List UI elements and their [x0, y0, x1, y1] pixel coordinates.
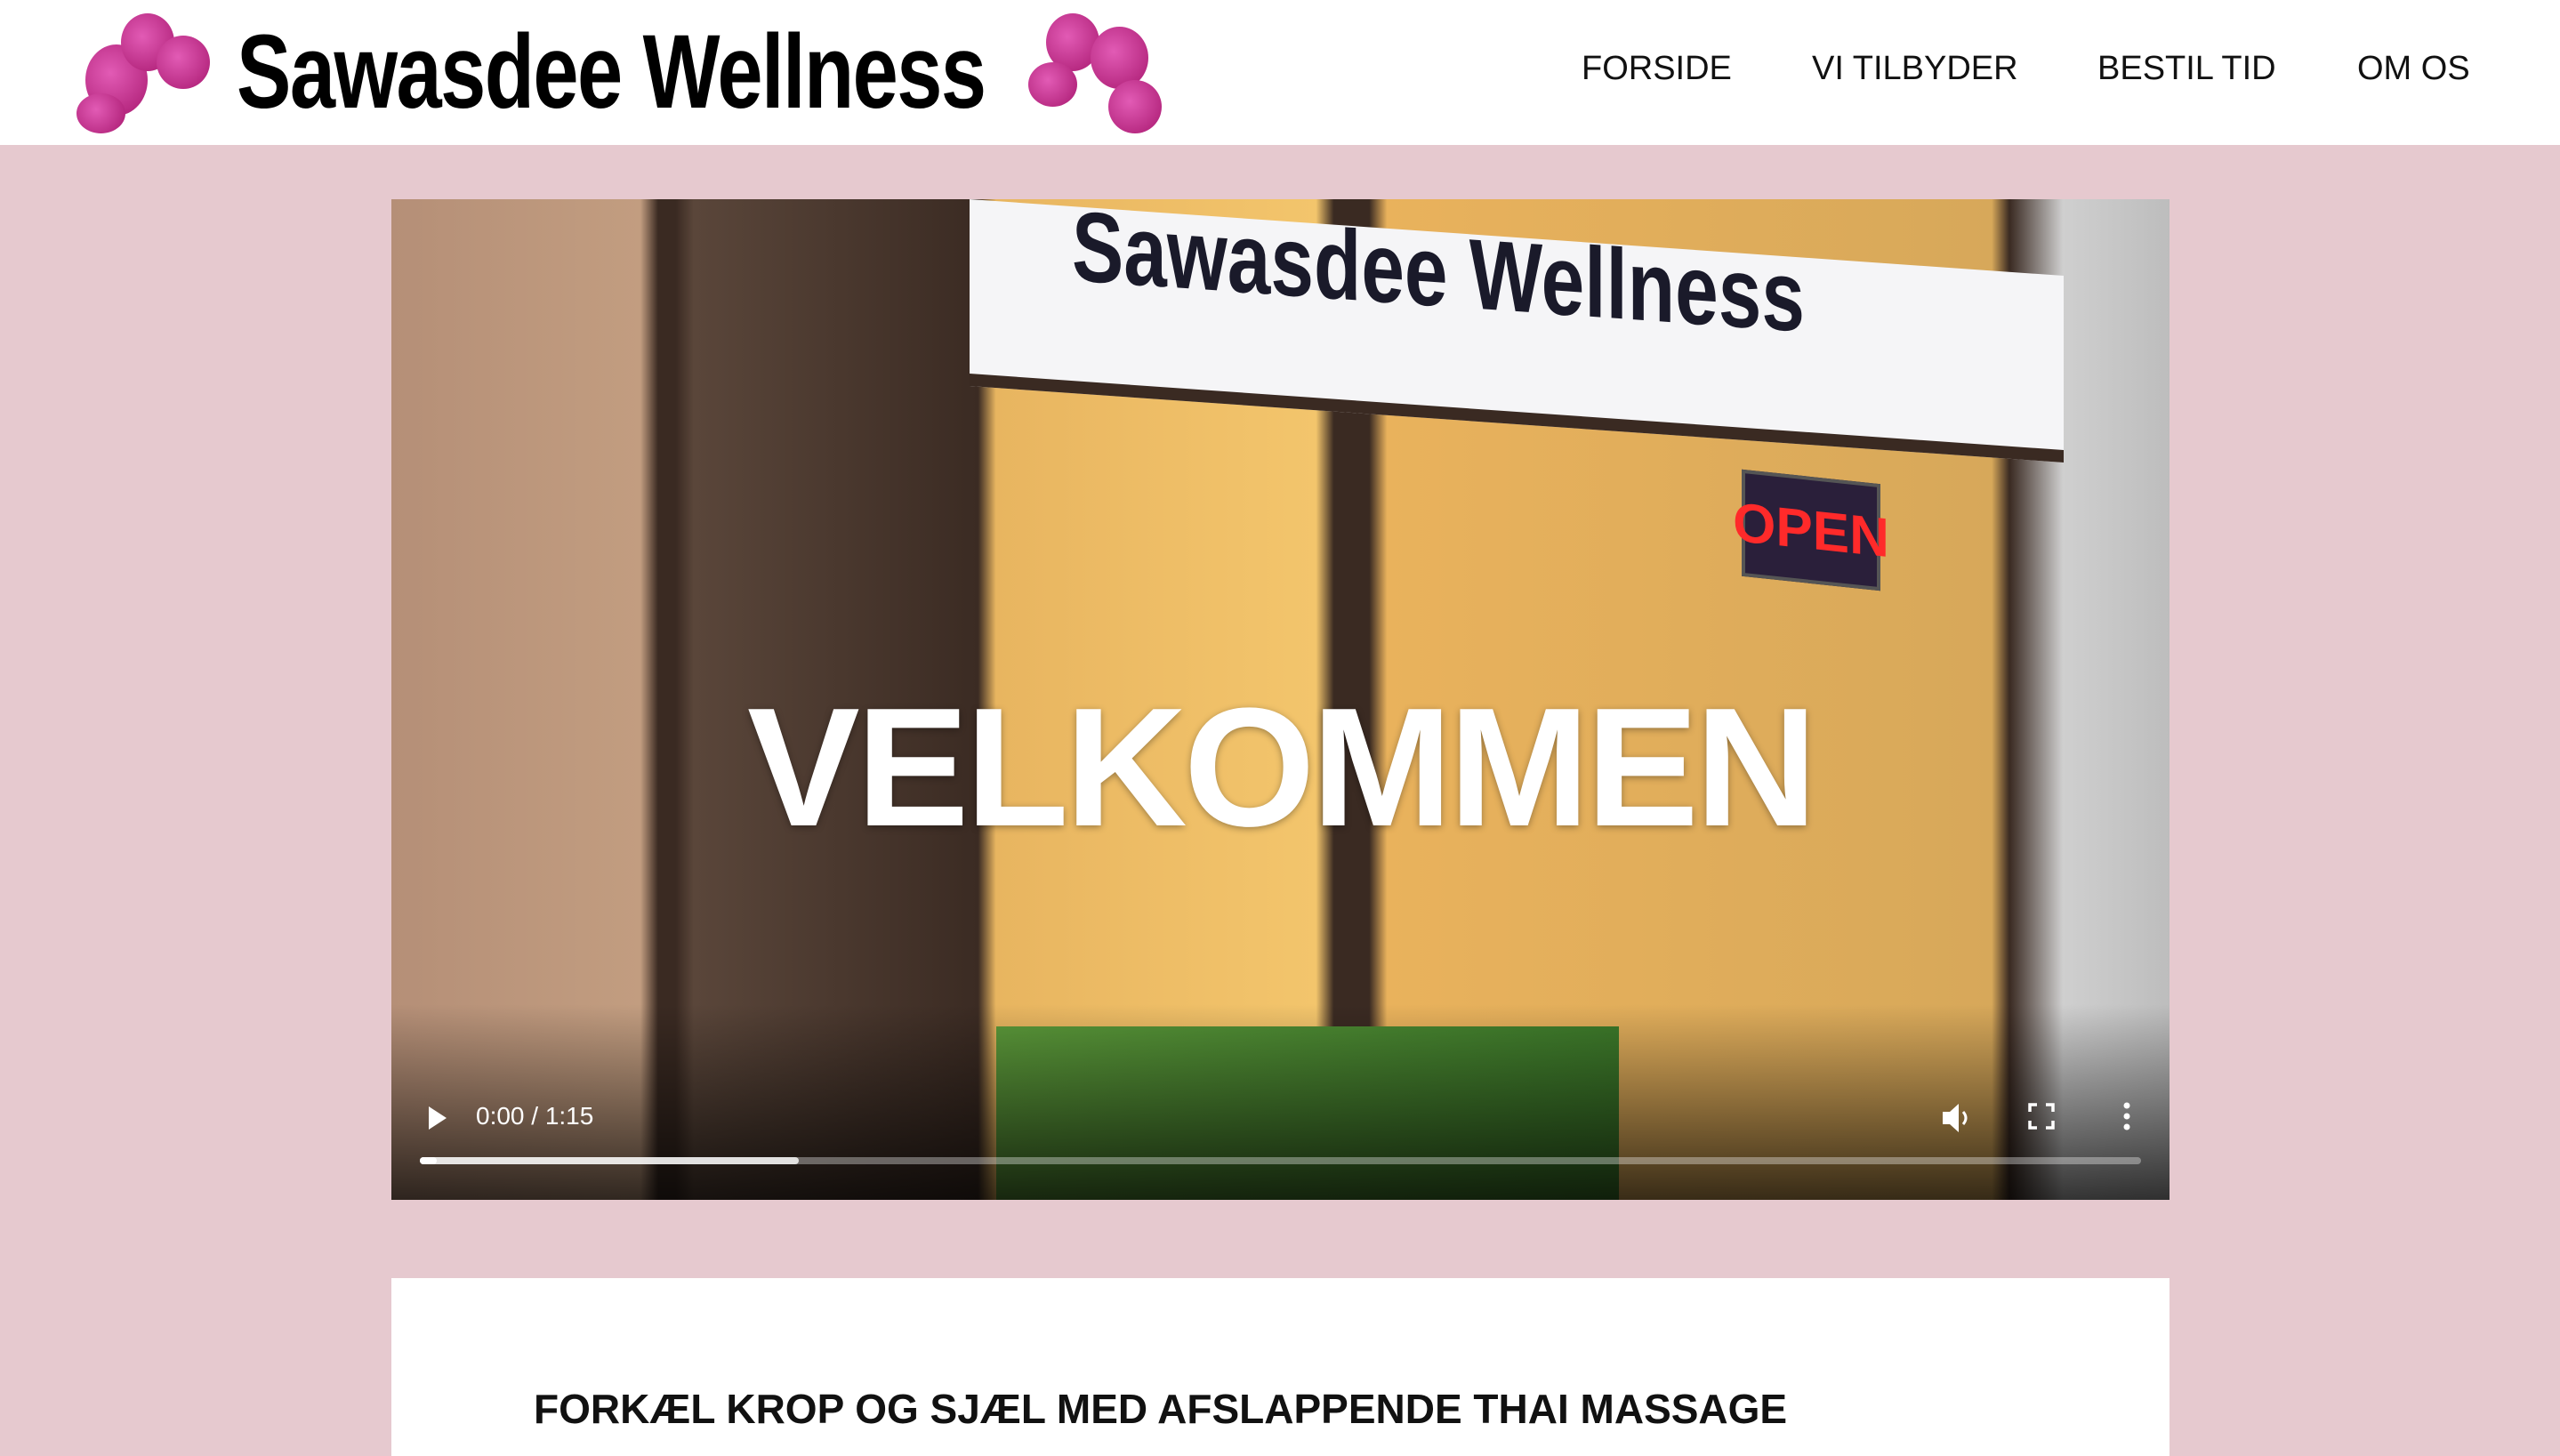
nav-om-os[interactable]: OM OS	[2357, 50, 2470, 88]
orchid-left-icon	[76, 9, 237, 135]
video-time: 0:00 / 1:15	[476, 1102, 594, 1130]
shop-sign-text: Sawasdee Wellness	[1072, 199, 1805, 353]
nav-forside[interactable]: FORSIDE	[1582, 50, 1732, 88]
controls-shade	[391, 1004, 2170, 1200]
volume-icon[interactable]	[1941, 1101, 1976, 1135]
video-overlay-title: VELKOMMEN	[747, 673, 1817, 862]
content-heading: FORKÆL KROP OG SJÆL MED AFSLAPPENDE THAI…	[534, 1386, 1788, 1432]
play-icon[interactable]	[427, 1105, 448, 1131]
more-options-icon[interactable]	[2122, 1101, 2131, 1131]
video-progress-bar[interactable]	[420, 1157, 2141, 1164]
logo[interactable]: Sawasdee Wellness	[76, 9, 1201, 135]
shop-sign: Sawasdee Wellness	[970, 199, 2064, 463]
nav-bestil-tid[interactable]: BESTIL TID	[2097, 50, 2276, 88]
fullscreen-icon[interactable]	[2028, 1103, 2055, 1130]
nav-vi-tilbyder[interactable]: VI TILBYDER	[1812, 50, 2018, 88]
logo-text: Sawasdee Wellness	[237, 13, 986, 131]
orchid-right-icon	[1019, 9, 1179, 135]
open-sign: OPEN	[1733, 469, 1889, 591]
content-card: FORKÆL KROP OG SJÆL MED AFSLAPPENDE THAI…	[391, 1278, 2170, 1456]
video-player[interactable]: Sawasdee Wellness OPEN VELKOMMEN 0:00 / …	[391, 199, 2170, 1200]
played-bar	[420, 1157, 438, 1164]
buffered-bar	[420, 1157, 799, 1164]
site-header: Sawasdee Wellness FORSIDE VI TILBYDER BE…	[0, 0, 2560, 145]
